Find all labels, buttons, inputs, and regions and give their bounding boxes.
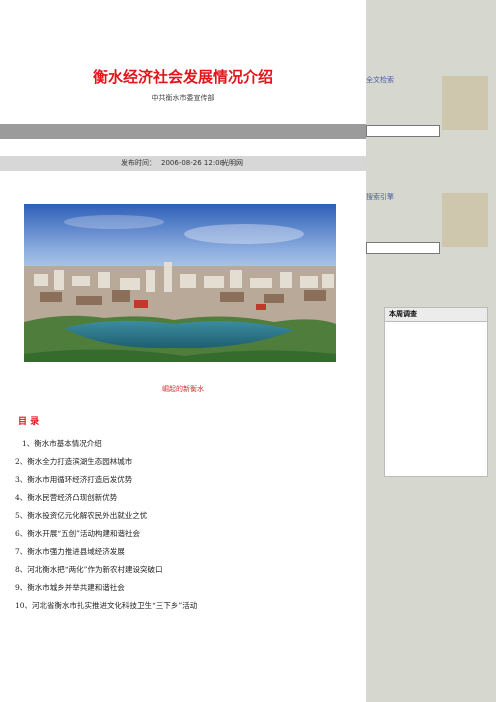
- toc-heading: 目 录: [18, 417, 40, 427]
- toc-item[interactable]: 8、河北衡水把“两化”作为新农村建设突破口: [15, 564, 162, 575]
- fulltext-search-label: 全文检索: [366, 76, 394, 84]
- divider-bar: [0, 124, 366, 139]
- city-photo: [24, 204, 336, 362]
- publish-info-bar: 发布时间： 2006-08-26 12:08 光明网: [0, 156, 366, 171]
- toc-item[interactable]: 2、衡水全力打造滨湖生态园林城市: [15, 456, 132, 467]
- published-time: 2006-08-26 12:08: [161, 159, 225, 167]
- toc-item[interactable]: 5、衡水投资亿元化解农民外出就业之忧: [15, 510, 147, 521]
- toc-item[interactable]: 9、衡水市城乡并举共建和谐社会: [15, 582, 125, 593]
- search-engine-input[interactable]: [366, 242, 440, 254]
- article-pane: 衡水经济社会发展情况介绍 中共衡水市委宣传部 发布时间： 2006-08-26 …: [0, 0, 366, 702]
- weekly-poll-title: 本周调查: [385, 308, 487, 322]
- search-engine-label: 搜索引擎: [366, 193, 394, 201]
- toc-item[interactable]: 6、衡水开展“五创”活动构建和谐社会: [15, 528, 140, 539]
- weekly-poll-panel: 本周调查: [384, 307, 488, 477]
- fulltext-search-input[interactable]: [366, 125, 440, 137]
- toc-item[interactable]: 10、河北省衡水市扎实推进文化科技卫生“三下乡”活动: [15, 600, 197, 611]
- toc-item[interactable]: 3、衡水市用循环经济打造后发优势: [15, 474, 132, 485]
- toc-item[interactable]: 4、衡水民营经济凸现创新优势: [15, 492, 117, 503]
- toc-item[interactable]: 1、衡水市基本情况介绍: [22, 438, 102, 449]
- photo-caption: 崛起的新衡水: [162, 385, 204, 393]
- publisher-link[interactable]: 光明网: [222, 156, 243, 171]
- article-title: 衡水经济社会发展情况介绍: [92, 68, 273, 86]
- article-source: 中共衡水市委宣传部: [151, 94, 215, 102]
- published-label: 发布时间：: [121, 159, 156, 167]
- sidebar: 全文检索 搜索引擎 本周调查: [366, 0, 496, 702]
- search-engine-panel: [442, 193, 488, 247]
- fulltext-search-panel: [442, 76, 488, 130]
- toc-item[interactable]: 7、衡水市强力推进县域经济发展: [15, 546, 125, 557]
